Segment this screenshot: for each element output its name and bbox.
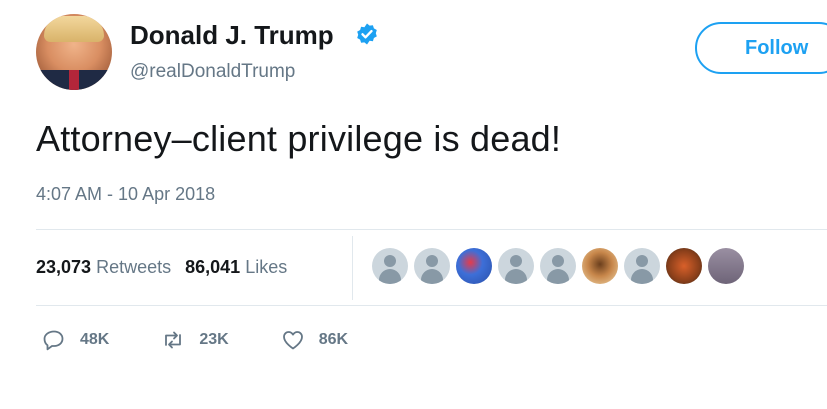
retweets-label: Retweets <box>96 257 172 277</box>
reply-icon <box>43 330 64 351</box>
likes-count: 86,041 <box>185 257 241 277</box>
retweets-count: 23,073 <box>36 257 92 277</box>
divider-top <box>36 229 827 230</box>
liker-avatar[interactable] <box>414 248 450 284</box>
liker-avatar[interactable] <box>540 248 576 284</box>
liker-avatar[interactable] <box>498 248 534 284</box>
like-count: 86K <box>318 331 349 348</box>
engagement-stats: 23,073 Retweets 86,041 Likes <box>36 257 287 278</box>
avatar-hair <box>44 16 104 42</box>
liker-avatar[interactable] <box>372 248 408 284</box>
reply-button[interactable]: 48K <box>42 328 109 352</box>
likes-stat[interactable]: 86,041 Likes <box>185 257 287 277</box>
liker-avatar[interactable] <box>666 248 702 284</box>
retweet-count: 23K <box>199 331 229 348</box>
likes-label: Likes <box>245 257 288 277</box>
liker-avatar[interactable] <box>582 248 618 284</box>
retweet-icon <box>165 331 182 349</box>
tweet-timestamp[interactable]: 4:07 AM - 10 Apr 2018 <box>36 184 215 205</box>
retweet-button[interactable]: 23K <box>161 328 229 352</box>
reply-count: 48K <box>80 331 110 348</box>
divider-bottom <box>36 305 827 306</box>
liker-avatar[interactable] <box>624 248 660 284</box>
stats-separator <box>352 236 353 300</box>
like-icon <box>282 331 303 350</box>
retweets-stat[interactable]: 23,073 Retweets <box>36 257 171 277</box>
avatar-tie <box>69 70 79 90</box>
tweet-text: Attorney–client privilege is dead! <box>36 118 562 159</box>
tweet-actions: 48K 23K 86K <box>42 328 400 352</box>
liker-avatar[interactable] <box>708 248 744 284</box>
author-display-name[interactable]: Donald J. Trump <box>130 20 334 51</box>
likers-avatar-row <box>372 248 744 284</box>
verified-badge-icon <box>357 23 377 45</box>
author-avatar[interactable] <box>36 14 112 90</box>
like-button[interactable]: 86K <box>281 328 348 352</box>
follow-button[interactable]: Follow <box>695 22 827 74</box>
author-handle[interactable]: @realDonaldTrump <box>130 61 295 83</box>
liker-avatar[interactable] <box>456 248 492 284</box>
